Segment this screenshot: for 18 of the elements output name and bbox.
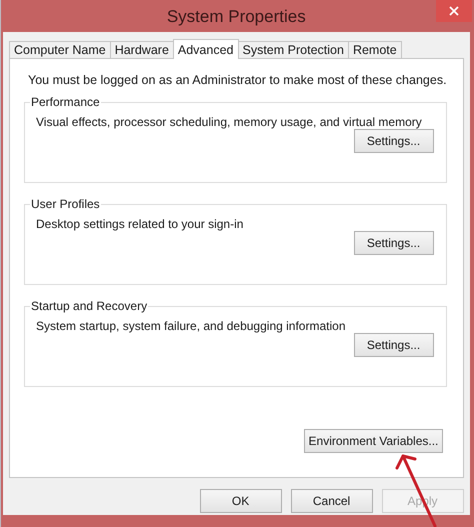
group-title: Performance [30,95,101,109]
notice-text: You must be logged on as an Administrator to make most of these changes. [28,73,447,87]
group-description: System startup, system failure, and debugging information [36,319,346,333]
settings-button[interactable]: Settings... [354,333,434,357]
dialog-button[interactable]: Cancel [290,489,373,513]
environment-variables-button[interactable]: Environment Variables... [304,429,443,453]
group-title: User Profiles [30,197,101,211]
group-description: Visual effects, processor scheduling, memory usage, and virtual memory [36,115,423,129]
group-title: Startup and Recovery [30,299,148,313]
settings-button[interactable]: Settings... [354,129,434,153]
tab[interactable]: Remote [348,41,402,58]
tab[interactable]: System Protection [238,41,349,58]
settings-button[interactable]: Settings... [354,231,434,255]
dialog-button[interactable]: OK [200,489,282,513]
group-description: Desktop settings related to your sign-in [36,217,244,231]
tab[interactable]: Computer Name [9,41,111,58]
tab[interactable]: Advanced [172,39,238,59]
window-title: System Properties [166,6,306,27]
